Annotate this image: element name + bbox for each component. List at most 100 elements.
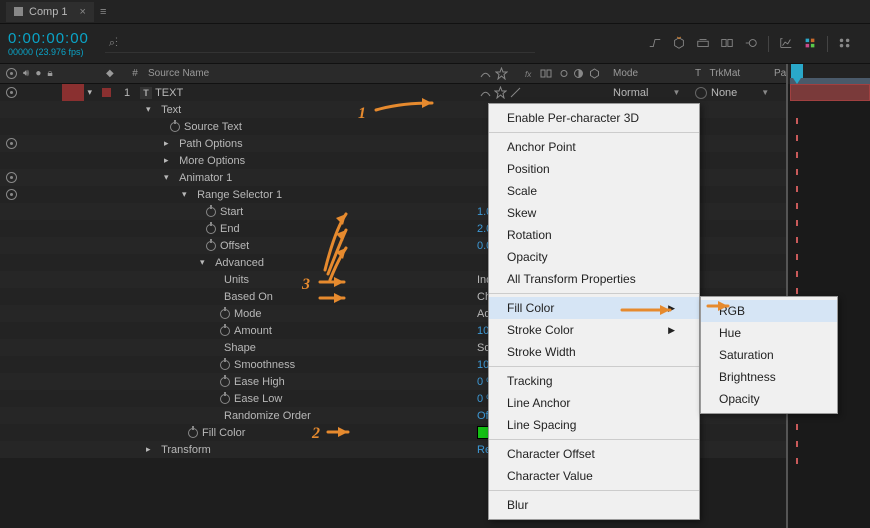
rangesel-expand[interactable]: ▾ bbox=[182, 189, 194, 200]
col-trkmat: TrkMat bbox=[709, 68, 740, 79]
anim1-visible[interactable] bbox=[6, 172, 17, 183]
amount-prop[interactable]: Amount bbox=[234, 325, 272, 337]
column-header: 🔊︎ ● 🔒︎ ◆ # Source Name fx Mode T TrkMat… bbox=[0, 64, 870, 84]
offset-stopwatch[interactable] bbox=[206, 241, 216, 251]
current-timecode[interactable]: 0:00:00:00 bbox=[8, 30, 89, 47]
col-label-icon: ◆ bbox=[106, 68, 114, 79]
start-prop[interactable]: Start bbox=[220, 206, 243, 218]
easehigh-stopwatch[interactable] bbox=[220, 377, 230, 387]
menu-rotation[interactable]: Rotation bbox=[489, 224, 699, 246]
brainstorm-icon[interactable] bbox=[803, 36, 817, 50]
layer-name[interactable]: TEXT bbox=[155, 87, 183, 99]
tab-close[interactable]: × bbox=[80, 6, 86, 18]
shy-toggle[interactable] bbox=[479, 86, 492, 99]
submenu-brightness[interactable]: Brightness bbox=[701, 366, 837, 388]
pathopt-visible[interactable] bbox=[6, 138, 17, 149]
mode-stopwatch[interactable] bbox=[220, 309, 230, 319]
smooth-prop[interactable]: Smoothness bbox=[234, 359, 295, 371]
col-source[interactable]: Source Name bbox=[148, 68, 479, 79]
submenu-rgb[interactable]: RGB bbox=[701, 300, 837, 322]
comp-tab[interactable]: Comp 1 × bbox=[6, 2, 94, 22]
submenu-opacity[interactable]: Opacity bbox=[701, 388, 837, 410]
text-group[interactable]: Text bbox=[161, 104, 181, 116]
col-fx-icon: fx bbox=[524, 67, 537, 80]
menu-tracking[interactable]: Tracking bbox=[489, 370, 699, 392]
offset-prop[interactable]: Offset bbox=[220, 240, 249, 252]
menu-enable-3d[interactable]: Enable Per-character 3D bbox=[489, 107, 699, 129]
smooth-stopwatch[interactable] bbox=[220, 360, 230, 370]
animator1[interactable]: Animator 1 bbox=[179, 172, 232, 184]
submenu-hue[interactable]: Hue bbox=[701, 322, 837, 344]
layer-mode-dropdown[interactable]: Normal▼ bbox=[613, 87, 680, 99]
menu-position[interactable]: Position bbox=[489, 158, 699, 180]
anim1-expand[interactable]: ▾ bbox=[164, 172, 176, 183]
draft3d-icon[interactable] bbox=[672, 36, 686, 50]
menu-skew[interactable]: Skew bbox=[489, 202, 699, 224]
col-mb-icon bbox=[556, 67, 569, 80]
units-prop[interactable]: Units bbox=[224, 274, 249, 286]
end-stopwatch[interactable] bbox=[206, 224, 216, 234]
submenu-saturation[interactable]: Saturation bbox=[701, 344, 837, 366]
advanced-expand[interactable]: ▾ bbox=[200, 257, 212, 268]
parent-pickwhip[interactable] bbox=[695, 87, 707, 99]
graph-icon[interactable] bbox=[779, 36, 793, 50]
menu-line-spacing[interactable]: Line Spacing bbox=[489, 414, 699, 436]
menu-all-transform[interactable]: All Transform Properties bbox=[489, 268, 699, 290]
parent-dropdown[interactable]: None▼ bbox=[711, 87, 769, 99]
moreopt-expand[interactable]: ▸ bbox=[164, 155, 176, 166]
menu-stroke-width[interactable]: Stroke Width bbox=[489, 341, 699, 363]
col-star-icon bbox=[495, 67, 508, 80]
pathopt-expand[interactable]: ▸ bbox=[164, 138, 176, 149]
menu-line-anchor[interactable]: Line Anchor bbox=[489, 392, 699, 414]
quality-toggle[interactable] bbox=[509, 86, 522, 99]
menu-scale[interactable]: Scale bbox=[489, 180, 699, 202]
tab-title: Comp 1 bbox=[29, 6, 68, 18]
submenu-arrow-icon: ▶ bbox=[668, 325, 675, 336]
menu-stroke-color[interactable]: Stroke Color▶ bbox=[489, 319, 699, 341]
comp-flowchart-icon[interactable] bbox=[648, 36, 662, 50]
menu-anchor-point[interactable]: Anchor Point bbox=[489, 136, 699, 158]
transform-expand[interactable]: ▸ bbox=[146, 444, 158, 455]
randorder-prop[interactable]: Randomize Order bbox=[224, 410, 311, 422]
menu-fill-color[interactable]: Fill Color▶ bbox=[489, 297, 699, 319]
menu-opacity[interactable]: Opacity bbox=[489, 246, 699, 268]
range-selector[interactable]: Range Selector 1 bbox=[197, 189, 282, 201]
rangesel-visible[interactable] bbox=[6, 189, 17, 200]
basedon-prop[interactable]: Based On bbox=[224, 291, 273, 303]
start-stopwatch[interactable] bbox=[206, 207, 216, 217]
easelow-stopwatch[interactable] bbox=[220, 394, 230, 404]
mode-prop[interactable]: Mode bbox=[234, 308, 262, 320]
shape-prop[interactable]: Shape bbox=[224, 342, 256, 354]
collapse-toggle[interactable] bbox=[494, 86, 507, 99]
text-group-expand[interactable]: ▾ bbox=[146, 104, 158, 115]
timecode-sub: 00000 (23.976 fps) bbox=[8, 47, 89, 57]
fillcolor-prop[interactable]: Fill Color bbox=[202, 427, 245, 439]
fillcolor-stopwatch[interactable] bbox=[188, 428, 198, 438]
playhead[interactable] bbox=[791, 64, 803, 78]
amount-stopwatch[interactable] bbox=[220, 326, 230, 336]
menu-blur[interactable]: Blur bbox=[489, 494, 699, 516]
source-text-prop[interactable]: Source Text bbox=[184, 121, 242, 133]
tab-menu-icon[interactable]: ≡ bbox=[100, 6, 106, 18]
frameblend-icon[interactable] bbox=[720, 36, 734, 50]
sourcetext-stopwatch[interactable] bbox=[170, 122, 180, 132]
markers-icon[interactable] bbox=[838, 36, 852, 50]
motionblur-icon[interactable] bbox=[744, 36, 758, 50]
hideshyb-icon[interactable] bbox=[696, 36, 710, 50]
layer-color-label[interactable] bbox=[102, 88, 111, 97]
end-prop[interactable]: End bbox=[220, 223, 240, 235]
layer-solo[interactable] bbox=[62, 84, 84, 101]
more-options[interactable]: More Options bbox=[179, 155, 245, 167]
search-box[interactable]: ⌕⁝ bbox=[105, 35, 535, 53]
transform-group[interactable]: Transform bbox=[161, 444, 211, 456]
layer-visible-toggle[interactable] bbox=[6, 87, 17, 98]
easehigh-prop[interactable]: Ease High bbox=[234, 376, 285, 388]
menu-char-offset[interactable]: Character Offset bbox=[489, 443, 699, 465]
path-options[interactable]: Path Options bbox=[179, 138, 243, 150]
layer-expand[interactable]: ▾ bbox=[88, 87, 100, 98]
col-adj-icon bbox=[572, 67, 585, 80]
menu-char-value[interactable]: Character Value bbox=[489, 465, 699, 487]
easelow-prop[interactable]: Ease Low bbox=[234, 393, 282, 405]
advanced[interactable]: Advanced bbox=[215, 257, 264, 269]
layer-bar[interactable] bbox=[790, 84, 870, 101]
